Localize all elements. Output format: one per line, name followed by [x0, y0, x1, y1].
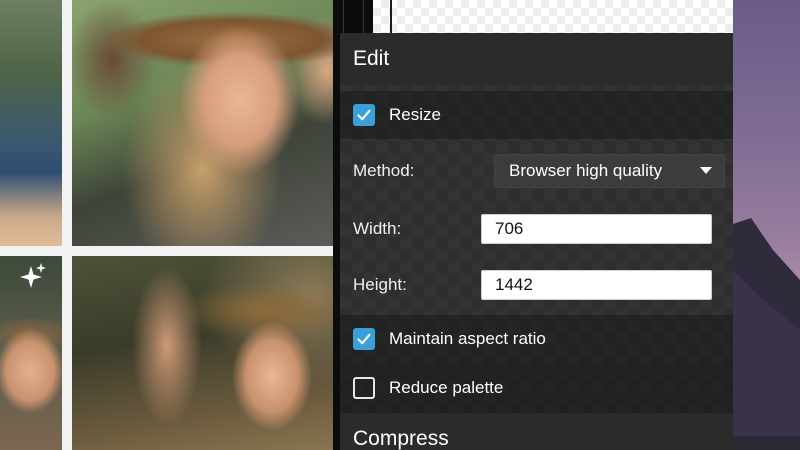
height-label: Height:	[353, 275, 407, 294]
image-preview-canvas[interactable]	[373, 0, 733, 33]
resize-label: Resize	[389, 105, 441, 124]
maintain-aspect-checkbox[interactable]	[353, 328, 375, 350]
resize-checkbox[interactable]	[353, 104, 375, 126]
background-mountain	[733, 218, 800, 450]
method-label: Method:	[353, 161, 415, 180]
photo-thumbnail	[72, 0, 360, 246]
reduce-palette-row[interactable]: Reduce palette	[340, 363, 733, 413]
method-selected-value: Browser high quality	[509, 161, 663, 180]
chevron-down-icon	[700, 167, 712, 174]
background-photo-collage	[0, 0, 360, 450]
sparkle-icon	[20, 263, 46, 288]
method-row: Method: Browser high quality	[340, 147, 733, 195]
reduce-palette-label: Reduce palette	[389, 378, 504, 397]
preview-divider	[390, 0, 392, 33]
maintain-aspect-row[interactable]: Maintain aspect ratio	[340, 315, 733, 363]
width-input[interactable]	[481, 214, 712, 244]
checkmark-icon	[357, 333, 371, 345]
edit-section-title: Edit	[353, 47, 390, 70]
maintain-aspect-label: Maintain aspect ratio	[389, 329, 546, 348]
reduce-palette-checkbox[interactable]	[353, 377, 375, 399]
method-select[interactable]: Browser high quality	[494, 154, 725, 188]
options-panel: Edit Resize Method: Browser high quality…	[340, 33, 733, 450]
height-input[interactable]	[481, 270, 712, 300]
photo-thumbnail	[72, 256, 360, 450]
width-row: Width:	[340, 205, 733, 253]
width-label: Width:	[353, 219, 402, 238]
section-header-compress: Compress	[340, 413, 733, 450]
section-header-edit: Edit	[340, 33, 733, 85]
height-row: Height:	[340, 261, 733, 309]
resize-option-row[interactable]: Resize	[340, 91, 733, 139]
checkmark-icon	[357, 109, 371, 121]
compress-section-title: Compress	[353, 427, 449, 450]
photo-thumbnail	[0, 0, 62, 246]
